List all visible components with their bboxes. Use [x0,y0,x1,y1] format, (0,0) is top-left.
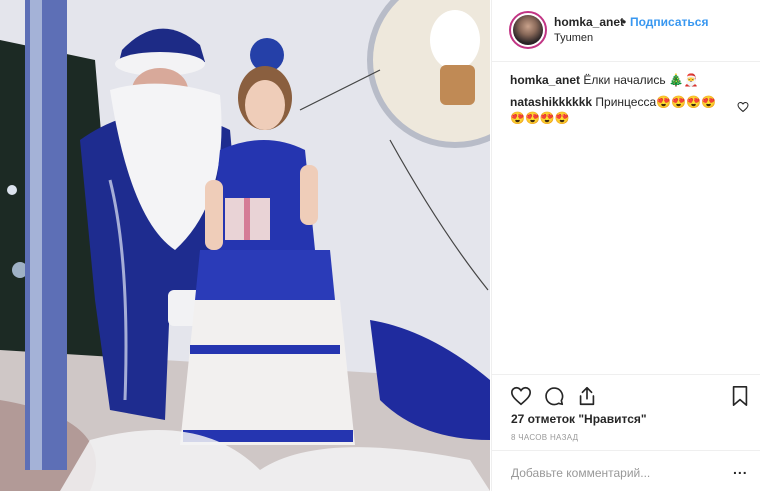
location-link[interactable]: Tyumen [554,32,593,44]
post-image [0,0,490,491]
comment-like-icon[interactable] [737,101,749,113]
add-comment-bar: Добавьте комментарий... ... [492,450,760,491]
bookmark-icon[interactable] [729,385,751,407]
comment-username[interactable]: homka_anet [510,73,580,87]
share-icon[interactable] [576,385,598,407]
avatar[interactable] [509,11,547,49]
post-timestamp[interactable]: 8 часов назад [511,433,578,442]
comments-list: homka_anet Ёлки начались 🎄🎅 natashikkkkk… [510,72,750,132]
post-header: homka_anet • Подписаться Tyumen [492,0,760,62]
header-separator: • [622,15,627,29]
follow-button[interactable]: Подписаться [630,15,708,29]
likes-count[interactable]: 27 отметок "Нравится" [511,412,647,426]
comment-item: natashikkkkkk Принцесса😍😍😍😍😍😍😍😍 [510,94,750,126]
post-side-panel: homka_anet • Подписаться Tyumen homka_an… [491,0,760,491]
action-bar [492,374,760,414]
heart-icon[interactable] [510,385,532,407]
comment-icon[interactable] [543,385,565,407]
more-options-icon[interactable]: ... [733,461,748,477]
comment-username[interactable]: natashikkkkkk [510,95,592,109]
comment-text: Ёлки начались 🎄🎅 [583,73,699,87]
add-comment-input[interactable]: Добавьте комментарий... [511,466,650,480]
header-username[interactable]: homka_anet [554,15,624,29]
comment-item: homka_anet Ёлки начались 🎄🎅 [510,72,750,88]
post-photo[interactable] [0,0,490,491]
